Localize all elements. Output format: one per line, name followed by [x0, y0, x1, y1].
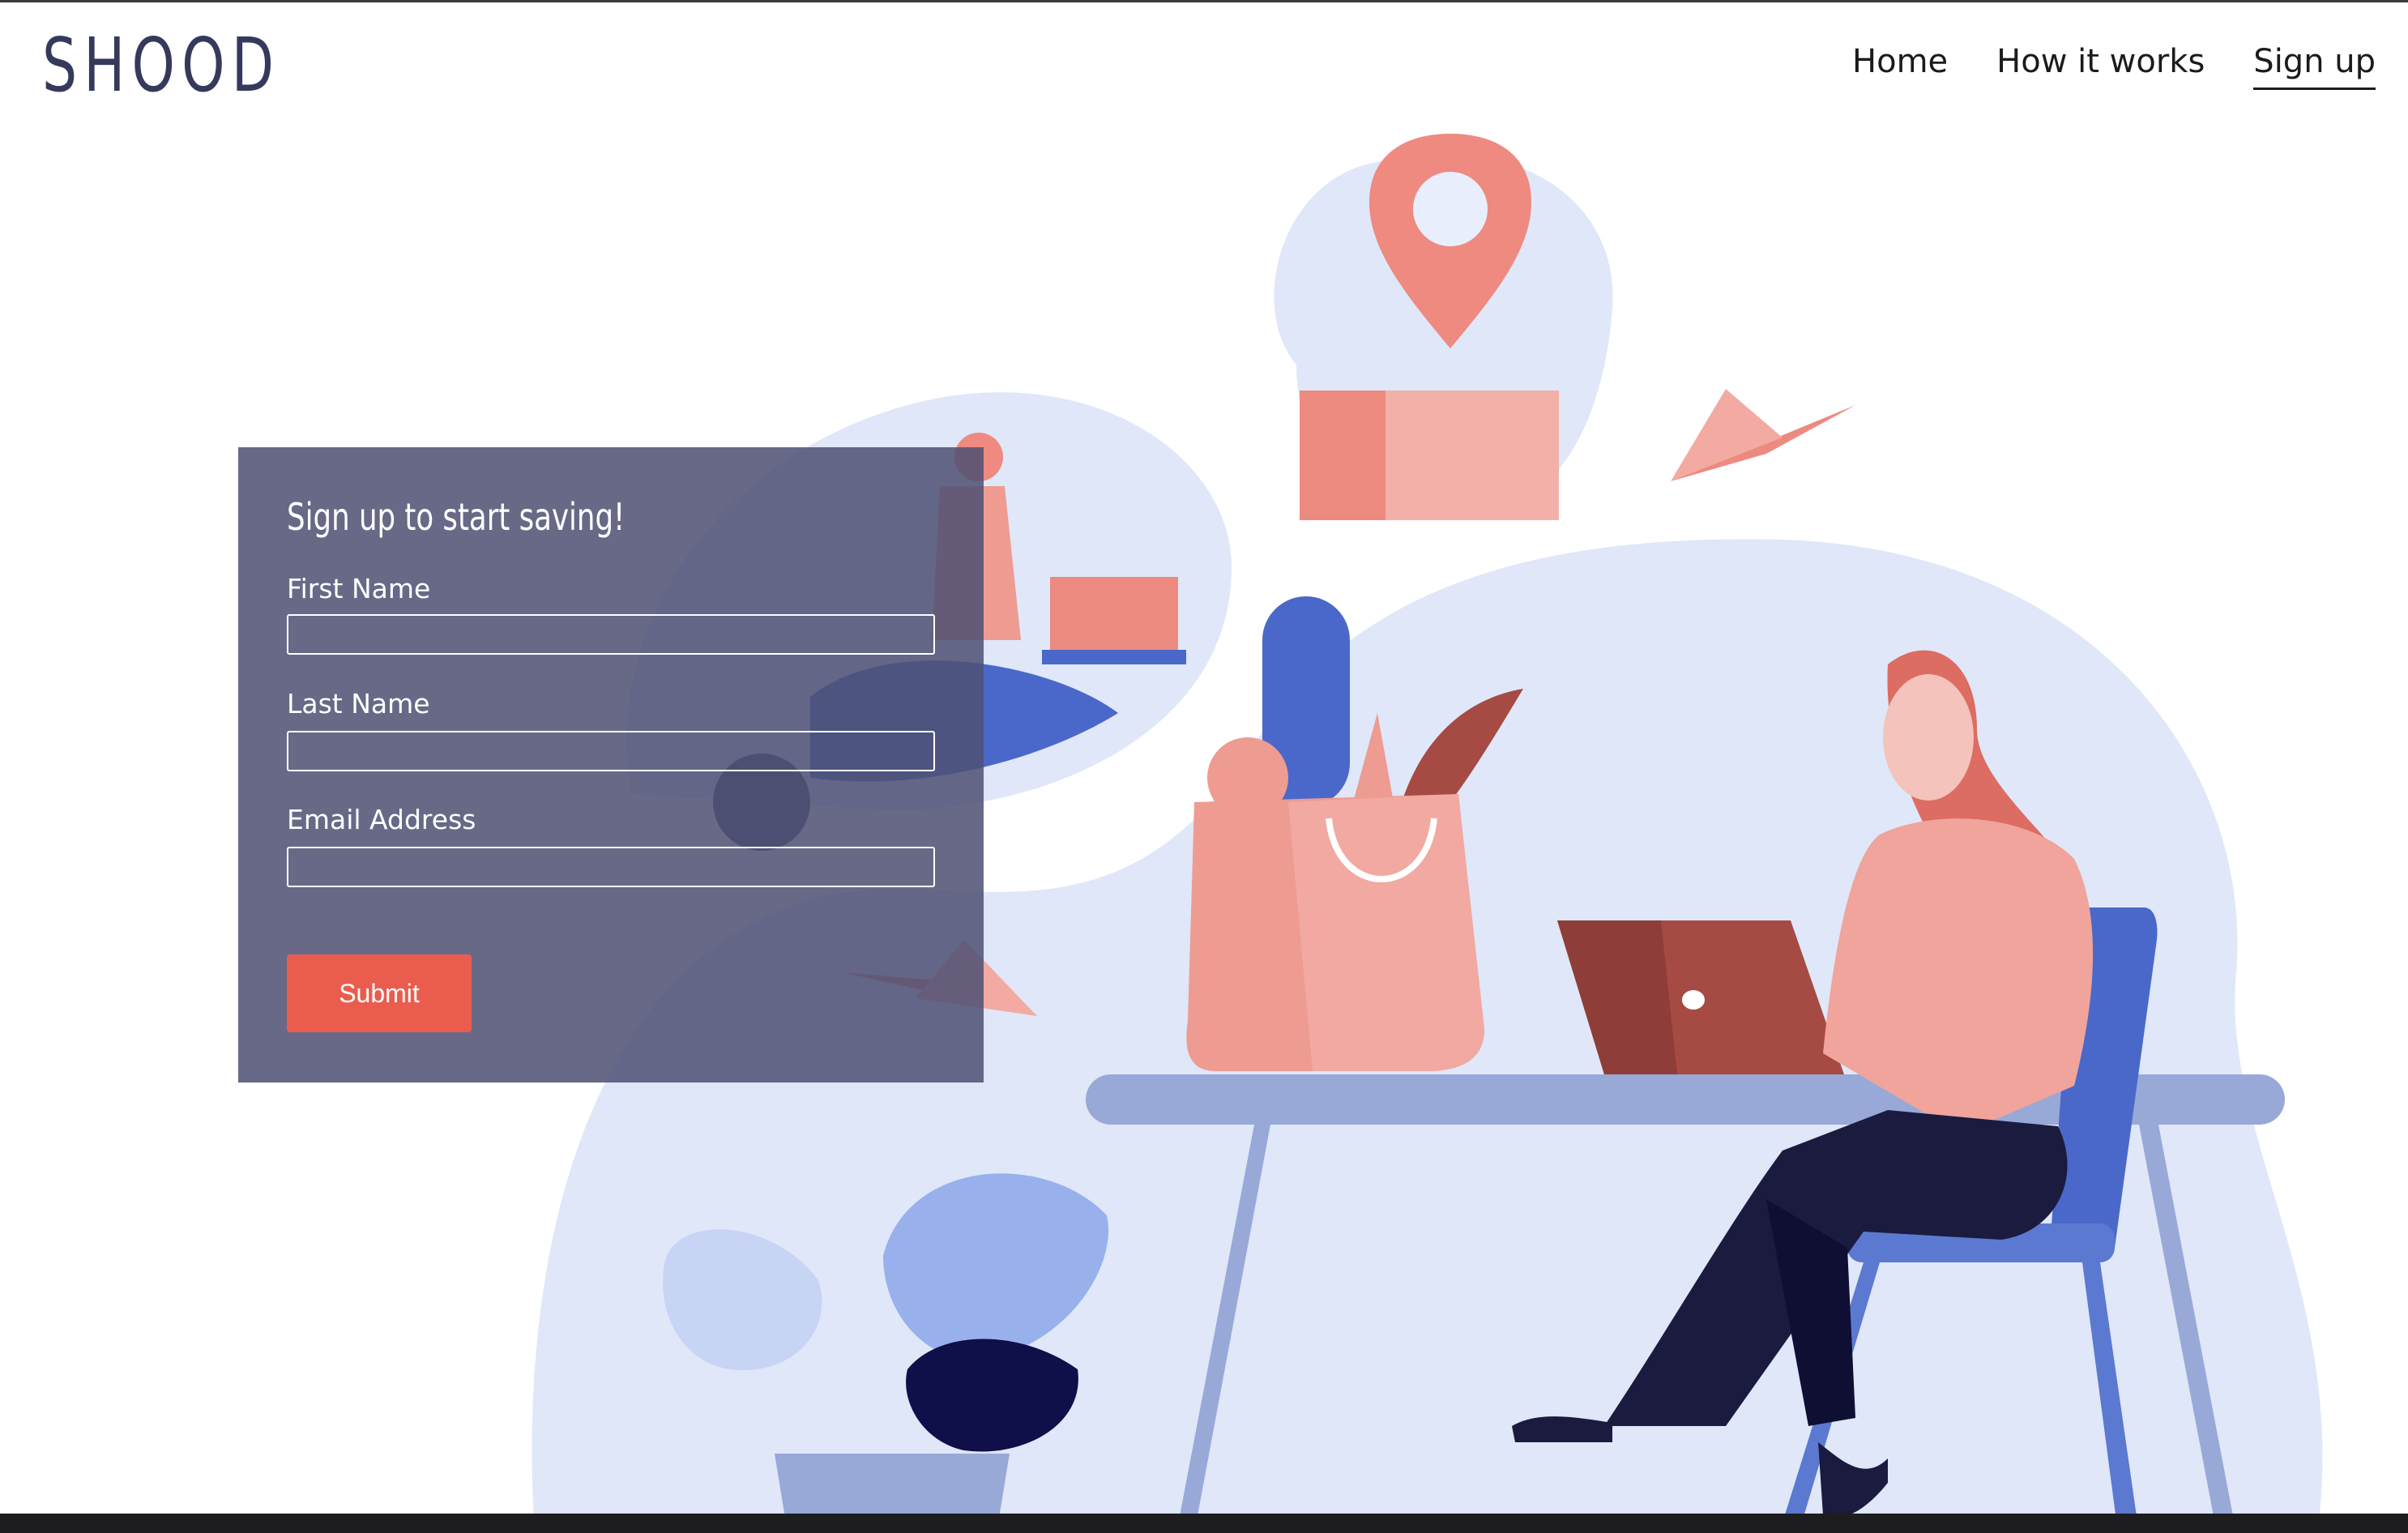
nav-home-link[interactable]: Home — [1852, 36, 1948, 90]
submit-button[interactable]: Submit — [287, 954, 472, 1032]
first-name-input[interactable] — [287, 614, 935, 655]
first-name-label: First Name — [287, 573, 431, 604]
last-name-input[interactable] — [287, 731, 935, 771]
paper-plane-icon — [1671, 389, 1855, 481]
brand-logo[interactable]: SHOOD — [42, 21, 280, 110]
email-address-label: Email Address — [287, 804, 476, 835]
nav-how-it-works-link[interactable]: How it works — [1996, 36, 2205, 90]
form-title: Sign up to start saving! — [287, 495, 625, 539]
window-bottom-bar — [0, 1514, 2408, 1533]
nav-sign-up-link[interactable]: Sign up — [2253, 36, 2376, 90]
email-address-input[interactable] — [287, 847, 935, 887]
last-name-label: Last Name — [287, 688, 430, 720]
signup-form-panel: Sign up to start saving! First Name Last… — [238, 447, 984, 1082]
top-navigation: Home How it works Sign up — [1852, 36, 2376, 90]
